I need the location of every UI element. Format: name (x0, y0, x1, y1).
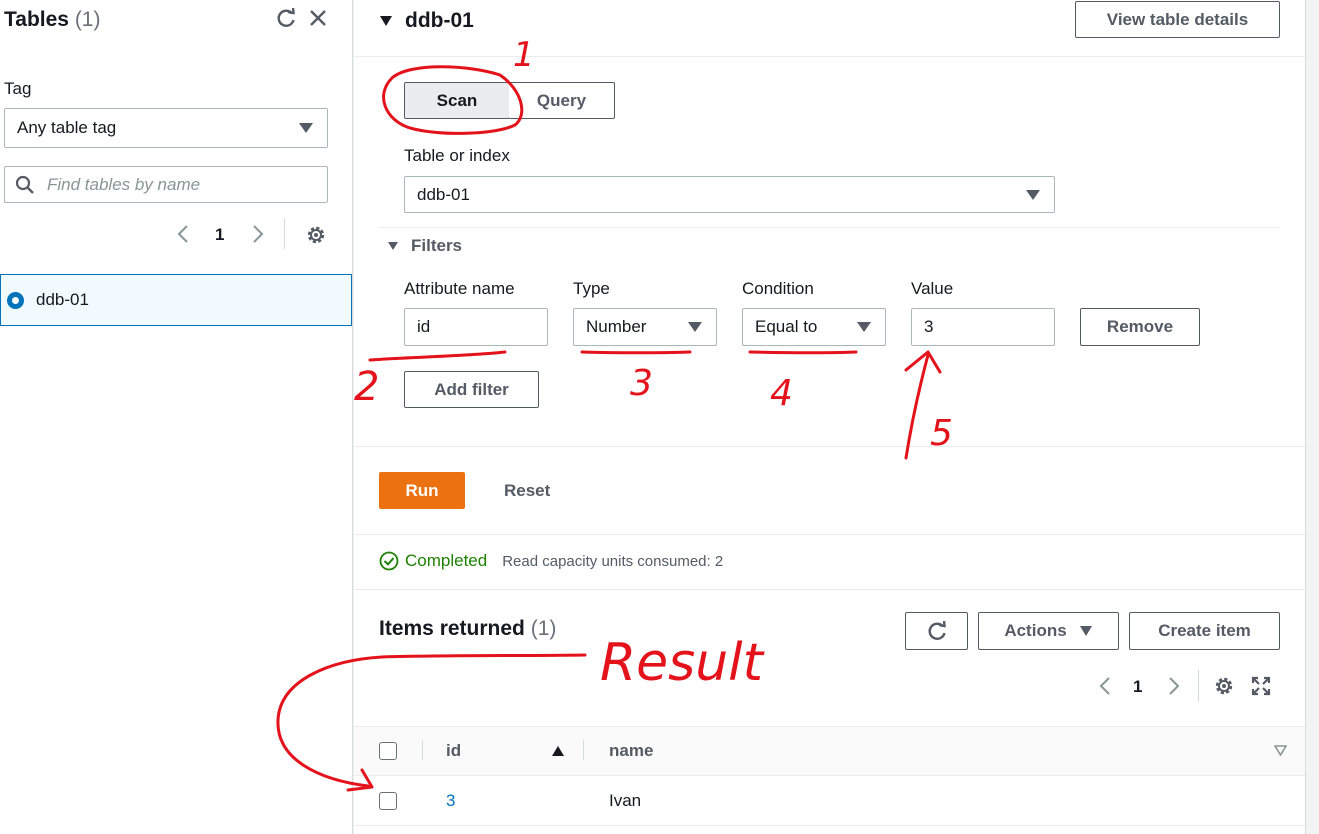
table-search-input[interactable]: Find tables by name (4, 166, 328, 203)
pager-divider (284, 219, 285, 249)
type-label: Type (573, 279, 610, 298)
column-header-id[interactable]: id (446, 741, 461, 761)
sidebar-title: Tables (1) (4, 8, 100, 32)
scan-toggle-button[interactable]: Scan (404, 82, 510, 119)
check-circle-icon (379, 551, 399, 571)
reset-button[interactable]: Reset (504, 481, 550, 501)
status-detail: Read capacity units consumed: 2 (502, 552, 724, 570)
table-or-index-select[interactable]: ddb-01 (404, 176, 1055, 213)
type-select[interactable]: Number (573, 308, 717, 346)
column-header-name[interactable]: name (609, 741, 653, 761)
row-name-cell: Ivan (609, 791, 642, 810)
table-name-heading: ddb-01 (405, 9, 474, 32)
column-separator (422, 740, 423, 760)
type-select-value: Number (586, 317, 647, 336)
caret-down-icon (857, 322, 871, 332)
tag-label: Tag (4, 79, 32, 98)
search-icon (15, 175, 34, 194)
table-or-index-value: ddb-01 (417, 184, 470, 204)
results-page-number[interactable]: 1 (1133, 677, 1142, 697)
sidebar-title-text: Tables (4, 8, 69, 31)
caret-down-icon (688, 322, 702, 332)
column-separator (583, 740, 584, 760)
fullscreen-expand-icon[interactable] (1248, 673, 1274, 699)
items-returned-title: Items returned (379, 617, 525, 640)
table-list-item-ddb-01[interactable]: ddb-01 (0, 274, 352, 326)
status-divider (354, 534, 1305, 535)
radio-selected-icon[interactable] (7, 291, 24, 309)
tag-select-value: Any table tag (17, 118, 117, 137)
filters-divider (379, 227, 1280, 228)
chevron-left-icon[interactable] (172, 223, 194, 245)
refresh-icon[interactable] (273, 5, 299, 31)
condition-select[interactable]: Equal to (742, 308, 886, 346)
caret-down-icon (1079, 626, 1092, 636)
main-panel: ddb-01 View table details Scan Query Tab… (354, 0, 1306, 834)
header-divider (354, 56, 1305, 57)
caret-down-icon (299, 123, 313, 133)
tables-sidebar: Tables (1) Tag Any table tag Find tables… (0, 0, 353, 834)
sort-ascending-icon[interactable] (551, 745, 565, 757)
value-label: Value (911, 279, 954, 298)
actions-button-label: Actions (1004, 621, 1067, 640)
view-table-details-button[interactable]: View table details (1075, 1, 1280, 38)
table-list-item-label: ddb-01 (36, 290, 89, 309)
close-icon[interactable] (305, 5, 331, 31)
remove-filter-button[interactable]: Remove (1080, 308, 1200, 346)
filters-toggle[interactable]: Filters (387, 236, 462, 256)
attribute-name-input[interactable]: id (404, 308, 548, 346)
select-all-checkbox[interactable] (379, 742, 397, 760)
value-input[interactable]: 3 (911, 308, 1055, 346)
pager-divider (1198, 670, 1199, 702)
attribute-name-label: Attribute name (404, 279, 515, 298)
actions-dropdown-button[interactable]: Actions (978, 612, 1119, 650)
caret-down-icon (388, 242, 398, 250)
table-or-index-label: Table or index (404, 146, 510, 165)
items-returned-heading: Items returned (1) (379, 617, 556, 641)
chevron-right-icon[interactable] (247, 223, 269, 245)
table-row (354, 776, 1305, 826)
table-header[interactable]: ddb-01 (379, 9, 474, 33)
filters-title: Filters (411, 236, 463, 255)
query-toggle-button[interactable]: Query (509, 82, 615, 119)
chevron-left-icon[interactable] (1094, 675, 1116, 697)
refresh-icon (928, 620, 946, 640)
add-filter-button[interactable]: Add filter (404, 371, 539, 408)
caret-down-icon (380, 16, 392, 26)
items-returned-count: (1) (530, 617, 557, 640)
status-indicator: Completed Read capacity units consumed: … (379, 551, 723, 571)
sort-descending-icon[interactable] (1274, 745, 1287, 756)
results-table-header (354, 726, 1305, 776)
caret-down-icon (1026, 189, 1040, 200)
sidebar-page-number[interactable]: 1 (215, 225, 224, 245)
settings-gear-icon[interactable] (303, 222, 329, 248)
sidebar-table-count: (1) (74, 8, 101, 31)
run-divider (354, 446, 1305, 447)
row-checkbox[interactable] (379, 792, 397, 810)
create-item-button[interactable]: Create item (1129, 612, 1280, 650)
condition-label: Condition (742, 279, 814, 298)
settings-gear-icon[interactable] (1211, 673, 1237, 699)
chevron-right-icon[interactable] (1163, 675, 1185, 697)
row-id-link[interactable]: 3 (446, 791, 455, 811)
tag-select[interactable]: Any table tag (4, 108, 328, 148)
refresh-results-button[interactable] (905, 612, 968, 650)
condition-select-value: Equal to (755, 317, 818, 336)
run-button[interactable]: Run (379, 472, 465, 509)
status-text: Completed (405, 551, 488, 570)
search-placeholder: Find tables by name (47, 174, 201, 194)
